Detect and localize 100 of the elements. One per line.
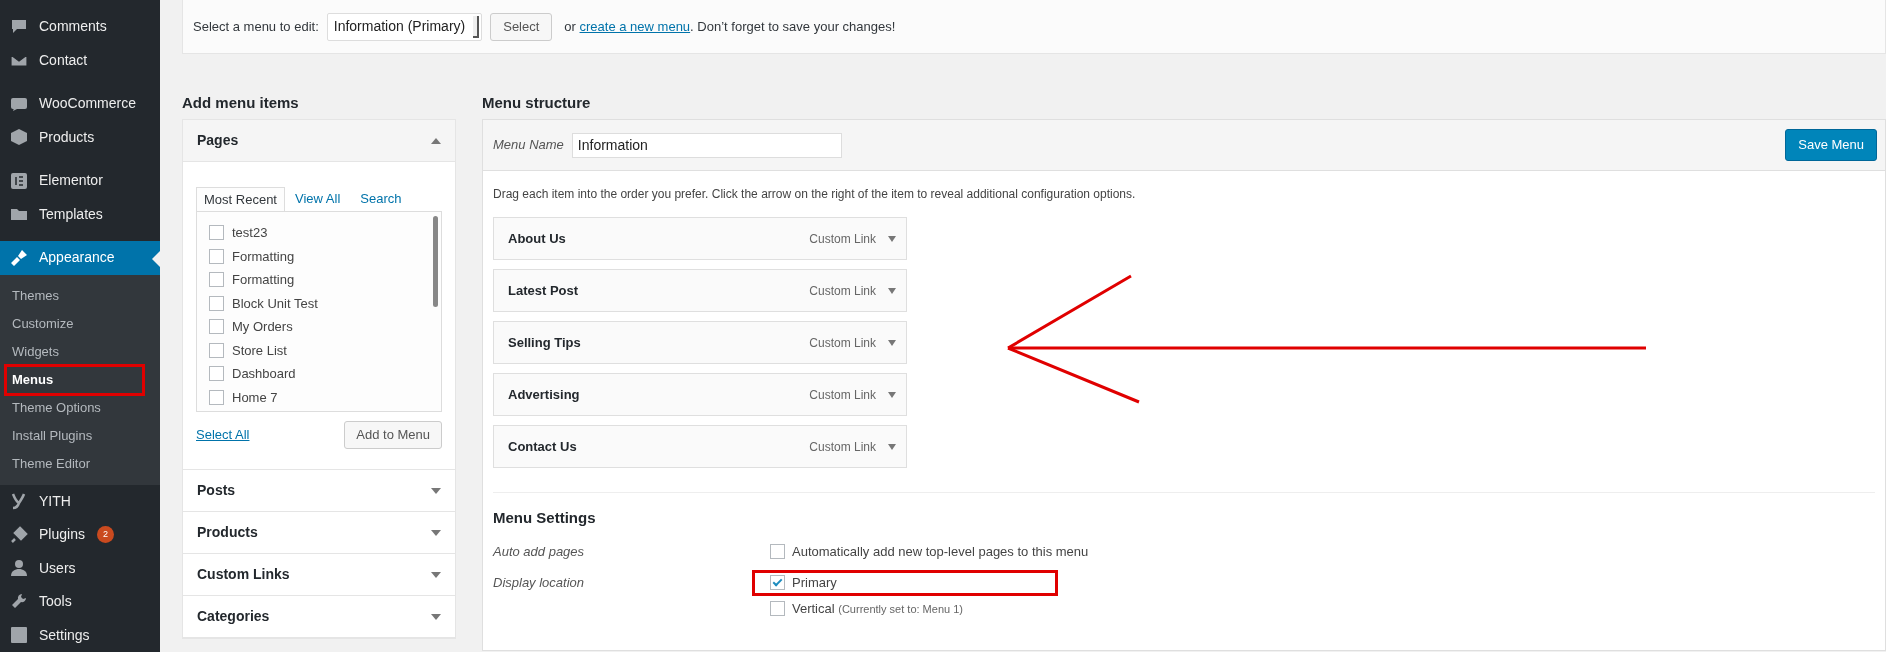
elementor-logo-icon [9,170,29,191]
instruction-text: or create a new menu. Don’t forget to save your changes! [564,17,896,36]
submenu-item[interactable]: Theme Options [0,393,160,422]
sidebar-item[interactable]: WooCommerce [0,87,160,121]
checkbox[interactable] [209,366,224,382]
checkbox[interactable] [209,342,224,358]
sidebar-item[interactable]: Appearance [0,241,160,275]
checkbox[interactable] [209,389,224,405]
menu-item-title: About Us [508,229,566,248]
expand-arrow-icon[interactable] [888,339,896,346]
sidebar-item[interactable]: Templates [0,197,160,231]
checkbox-label: My Orders [232,318,293,336]
select-button[interactable]: Select [490,12,553,41]
checkbox-row[interactable]: Home 7 [209,385,441,409]
expand-arrow-icon[interactable] [888,235,896,242]
sidebar-label: Contact [39,50,88,70]
sidebar-label: Appearance [39,248,115,268]
instructions-text: Drag each item into the order you prefer. Click the arrow on the right of the item to reveal additional configuration options. [493,186,1137,203]
section-heading: Menu Settings [493,508,597,528]
sidebar-item[interactable]: Elementor [0,164,160,198]
expand-arrow-icon[interactable] [888,391,896,398]
menu-item-bar[interactable]: About Us Custom Link [493,217,907,260]
sidebar-label: Comments [39,17,107,37]
checkbox-label: Dashboard [232,365,296,383]
submenu-item[interactable]: Themes [0,281,160,310]
menu-item-bar[interactable]: Latest Post Custom Link [493,269,907,312]
checkbox[interactable] [209,272,224,288]
submenu-item[interactable]: Menus [0,365,160,394]
checkbox[interactable] [209,225,224,241]
field-label: Display location [493,573,586,592]
checkbox-row[interactable]: Store List [209,338,441,362]
checkbox-row[interactable]: Formatting [209,244,441,268]
add-to-menu-button[interactable]: Add to Menu [344,421,442,449]
checkbox-row[interactable]: My Orders [209,315,441,339]
plug-icon [9,524,29,545]
sidebar-item[interactable]: Comments [0,10,160,44]
sidebar-label: Elementor [39,171,103,191]
item-type-label: Custom Link [809,230,876,248]
menu-item-title: Advertising [508,385,580,404]
sidebar-item[interactable]: YITH [0,484,160,518]
checkbox[interactable] [209,248,224,264]
box-icon [9,127,29,148]
scrollbar-thumb[interactable] [433,216,438,307]
sidebar-item[interactable]: Users [0,551,160,585]
menu-item-bar[interactable]: Advertising Custom Link [493,373,907,416]
checkbox-row[interactable]: Formatting [209,268,441,292]
settings-icon [9,625,29,646]
menu-dropdown[interactable]: Information (Primary) [326,12,483,41]
sidebar-label: Tools [39,592,72,612]
menu-item-title: Contact Us [508,437,577,456]
item-type-label: Custom Link [809,438,876,456]
expand-arrow-icon[interactable] [888,287,896,294]
sidebar-item[interactable]: Tools [0,585,160,619]
item-type-label: Custom Link [809,334,876,352]
sidebar-label: Templates [39,204,103,224]
menu-item-title: Selling Tips [508,333,581,352]
checkbox-label: Home 7 [232,388,278,407]
count-badge: 2 [96,526,114,544]
checkbox-label: Vertical (Currently set to: Menu 1) [792,599,963,618]
tab[interactable]: View All [285,186,351,211]
submenu-item[interactable]: Install Plugins [0,421,160,450]
create-menu-link[interactable]: create a new menu [579,18,691,34]
checkbox[interactable] [209,295,224,311]
sidebar-item[interactable]: Products [0,120,160,154]
sidebar-item[interactable]: Contact [0,43,160,77]
checkbox-label: Automatically add new top-level pages to this menu [792,542,1089,561]
menu-item-bar[interactable]: Contact Us Custom Link [493,425,907,468]
checkbox[interactable] [770,601,785,616]
checkbox[interactable] [209,319,224,335]
checkbox-row[interactable]: Block Unit Test [209,291,441,315]
menu-name-input[interactable]: Information [571,132,842,158]
sidebar-label: Users [39,558,76,578]
sidebar-label: Plugins [39,525,85,545]
checkbox-label: Primary [792,573,837,592]
field-label: Menu Name [493,136,564,155]
checkbox-label: Store List [232,341,287,360]
tab[interactable]: Search [350,186,412,211]
checkbox-row[interactable]: Automatically add new top-level pages to this menu [770,535,1885,568]
checkbox-row[interactable]: test23 [209,221,441,245]
save-menu-button[interactable]: Save Menu [1785,129,1877,161]
checkbox-row[interactable]: Vertical (Currently set to: Menu 1) [770,598,963,619]
sidebar-label: WooCommerce [39,94,136,114]
menu-item-bar[interactable]: Selling Tips Custom Link [493,321,907,364]
accordion-header[interactable]: Pages [183,120,455,162]
tab[interactable]: Most Recent [196,187,285,212]
checkbox[interactable] [770,544,785,559]
submenu-item[interactable]: Widgets [0,337,160,366]
sidebar-item[interactable]: Settings [0,618,160,652]
sidebar-label: Products [39,127,95,147]
submenu-item[interactable]: Customize [0,309,160,338]
checkbox[interactable] [770,575,785,590]
checkbox-row[interactable]: Dashboard [209,362,441,386]
sidebar-item[interactable]: Plugins 2 [0,518,160,552]
sidebar-label: YITH [39,491,71,511]
item-type-label: Custom Link [809,386,876,404]
user-icon [9,558,29,579]
select-all-link[interactable]: Select All [196,425,250,445]
checkbox-row[interactable]: Primary [770,572,837,593]
expand-arrow-icon[interactable] [888,443,896,450]
submenu-item[interactable]: Theme Editor [0,449,160,478]
